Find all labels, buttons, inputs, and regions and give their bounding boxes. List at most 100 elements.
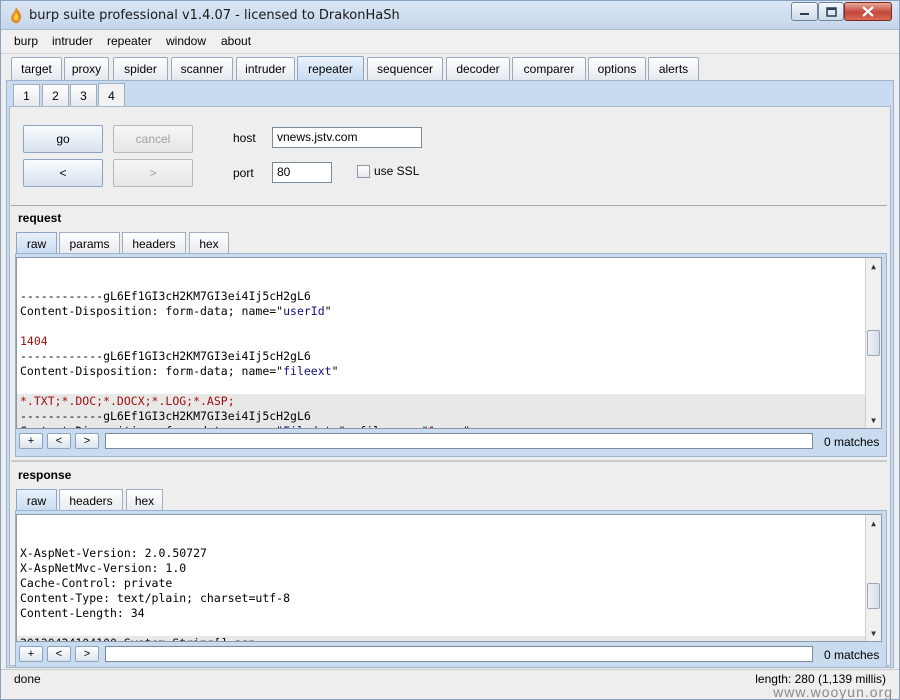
subtab-4[interactable]: 4 <box>98 83 125 107</box>
subtab-1[interactable]: 1 <box>13 84 40 106</box>
request-line: ------------gL6Ef1GI3cH2KM7GI3ei4Ij5cH2g… <box>17 349 881 364</box>
response-next-button[interactable]: > <box>75 646 99 662</box>
request-scroll-thumb[interactable] <box>867 330 880 356</box>
response-token: X-AspNet-Version: 2.0.50727 <box>20 546 207 560</box>
scroll-up-icon[interactable]: ▲ <box>866 516 881 531</box>
request-token: 1.asp <box>429 424 464 428</box>
response-tab-headers[interactable]: headers <box>59 489 123 511</box>
response-token: Content-Length: 34 <box>20 606 145 620</box>
request-tab-params[interactable]: params <box>59 232 120 254</box>
request-token: Content-Disposition: form-data; name=" <box>20 424 283 428</box>
tab-alerts[interactable]: alerts <box>648 57 699 80</box>
menu-repeater[interactable]: repeater <box>107 34 152 48</box>
request-token: Filedata <box>283 424 338 428</box>
scroll-up-icon[interactable]: ▲ <box>866 259 881 274</box>
response-line: X-AspNetMvc-Version: 1.0 <box>17 561 881 576</box>
tab-intruder[interactable]: intruder <box>236 57 295 80</box>
subtab-3[interactable]: 3 <box>70 84 97 106</box>
tab-decoder[interactable]: decoder <box>446 57 510 80</box>
request-scrollbar[interactable]: ▲ ▼ <box>865 258 881 428</box>
response-token: X-AspNetMvc-Version: 1.0 <box>20 561 187 575</box>
response-line: Content-Length: 34 <box>17 606 881 621</box>
request-line: ------------gL6Ef1GI3cH2KM7GI3ei4Ij5cH2g… <box>17 409 881 424</box>
request-line: Content-Disposition: form-data; name="us… <box>17 304 881 319</box>
close-button[interactable] <box>844 2 892 21</box>
subtab-2[interactable]: 2 <box>42 84 69 106</box>
response-tab-raw[interactable]: raw <box>16 489 57 511</box>
request-token: "; filename=" <box>339 424 429 428</box>
close-icon <box>862 6 874 17</box>
request-tab-headers[interactable]: headers <box>122 232 186 254</box>
request-token: ------------gL6Ef1GI3cH2KM7GI3ei4Ij5cH2g… <box>20 349 311 363</box>
request-add-button[interactable]: + <box>19 433 43 449</box>
menu-bar: burp intruder repeater window about <box>1 30 899 54</box>
response-line <box>17 621 881 636</box>
tab-sequencer[interactable]: sequencer <box>367 57 443 80</box>
request-title: request <box>18 211 62 225</box>
request-token: Content-Disposition: form-data; name=" <box>20 304 284 318</box>
response-search-input[interactable] <box>105 646 813 662</box>
menu-intruder[interactable]: intruder <box>52 34 93 48</box>
port-input[interactable]: 80 <box>272 162 332 183</box>
response-scrollbar[interactable]: ▲ ▼ <box>865 515 881 641</box>
request-tab-hex[interactable]: hex <box>189 232 229 254</box>
request-token: ------------gL6Ef1GI3cH2KM7GI3ei4Ij5cH2g… <box>20 409 311 423</box>
window-title: burp suite professional v1.4.07 - licens… <box>29 8 400 23</box>
response-line: X-AspNet-Version: 2.0.50727 <box>17 546 881 561</box>
go-button[interactable]: go <box>23 125 103 153</box>
forward-button[interactable]: > <box>113 159 193 187</box>
request-tab-raw[interactable]: raw <box>16 232 57 254</box>
tab-scanner[interactable]: scanner <box>171 57 233 80</box>
request-token: userId <box>283 304 325 318</box>
scroll-down-icon[interactable]: ▼ <box>866 626 881 641</box>
request-token: 1404 <box>20 334 48 348</box>
menu-burp[interactable]: burp <box>14 34 38 48</box>
tab-comparer[interactable]: comparer <box>512 57 586 80</box>
pane-splitter[interactable] <box>11 460 887 462</box>
menu-window[interactable]: window <box>166 34 206 48</box>
request-lines: ------------gL6Ef1GI3cH2KM7GI3ei4Ij5cH2g… <box>17 288 881 428</box>
scroll-down-icon[interactable]: ▼ <box>866 413 881 428</box>
status-text: done <box>14 672 41 686</box>
request-prev-button[interactable]: < <box>47 433 71 449</box>
request-token: fileext <box>283 364 332 378</box>
burp-flame-icon <box>11 7 22 24</box>
host-label: host <box>233 131 256 145</box>
title-bar[interactable]: burp suite professional v1.4.07 - licens… <box>1 1 899 30</box>
minimize-button[interactable] <box>791 2 818 21</box>
cancel-button[interactable]: cancel <box>113 125 193 153</box>
request-editor[interactable]: ------------gL6Ef1GI3cH2KM7GI3ei4Ij5cH2g… <box>16 257 882 429</box>
tab-target[interactable]: target <box>11 57 62 80</box>
response-scroll-thumb[interactable] <box>867 583 880 609</box>
tab-spider[interactable]: spider <box>113 57 168 80</box>
request-search-input[interactable] <box>105 433 813 449</box>
port-label: port <box>233 166 254 180</box>
response-title: response <box>18 468 72 482</box>
tab-repeater[interactable]: repeater <box>297 56 364 80</box>
response-token: Cache-Control: private <box>20 576 173 590</box>
request-line: ------------gL6Ef1GI3cH2KM7GI3ei4Ij5cH2g… <box>17 289 881 304</box>
response-token: Content-Type: text/plain; charset=utf-8 <box>20 591 291 605</box>
tab-proxy[interactable]: proxy <box>64 57 109 80</box>
response-add-button[interactable]: + <box>19 646 43 662</box>
use-ssl-checkbox[interactable] <box>357 165 370 178</box>
response-prev-button[interactable]: < <box>47 646 71 662</box>
watermark: www.wooyun.org <box>773 684 893 700</box>
tab-options[interactable]: options <box>588 57 646 80</box>
request-token: *.TXT;*.DOC;*.DOCX;*.LOG;*.ASP; <box>20 394 235 408</box>
response-line: Content-Type: text/plain; charset=utf-8 <box>17 591 881 606</box>
maximize-button[interactable] <box>818 2 844 21</box>
response-lines: X-AspNet-Version: 2.0.50727 X-AspNetMvc-V… <box>17 545 881 641</box>
host-input[interactable]: vnews.jstv.com <box>272 127 422 148</box>
request-next-button[interactable]: > <box>75 433 99 449</box>
request-line <box>17 319 881 334</box>
back-button[interactable]: < <box>23 159 103 187</box>
menu-about[interactable]: about <box>221 34 251 48</box>
response-matches: 0 matches <box>824 648 880 662</box>
request-token: " <box>331 364 339 378</box>
response-tab-hex[interactable]: hex <box>126 489 163 511</box>
response-line: 20130424104100_System.String[].asp <box>17 636 881 641</box>
burp-window: burp suite professional v1.4.07 - licens… <box>0 0 900 700</box>
main-tab-strip: target proxy spider scanner intruder rep… <box>1 55 899 81</box>
response-editor[interactable]: X-AspNet-Version: 2.0.50727 X-AspNetMvc-V… <box>16 514 882 642</box>
